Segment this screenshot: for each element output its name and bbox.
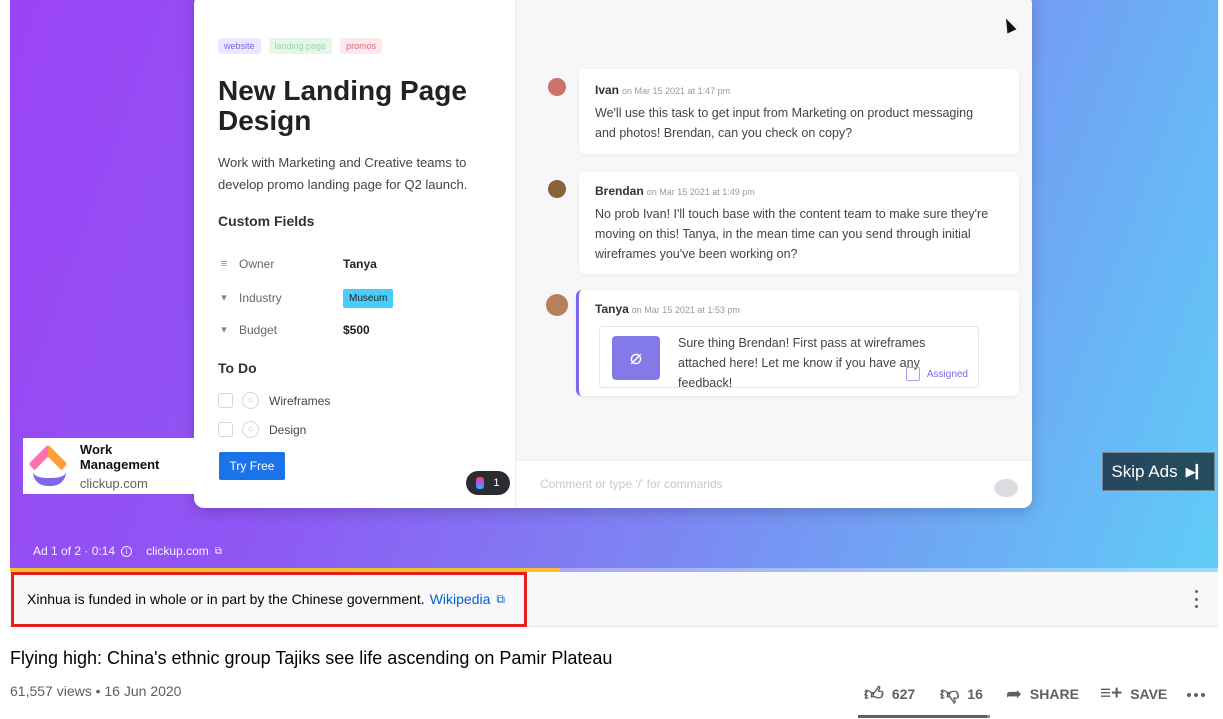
share-button[interactable]: ➦ SHARE <box>1006 682 1079 706</box>
like-ratio-fill <box>858 715 987 718</box>
youtube-watch-page: website landing page promos New Landing … <box>0 0 1223 719</box>
figma-badge: 1 <box>466 471 510 495</box>
like-count: 627 <box>891 686 916 702</box>
ad-text: Work Management clickup.com <box>80 442 195 491</box>
save-label: SAVE <box>1130 686 1168 702</box>
comment-input: Comment or type '/' for commands <box>516 460 1032 508</box>
save-button[interactable]: ≡+ SAVE <box>1100 682 1167 706</box>
skip-ads-label: Skip Ads <box>1111 461 1178 481</box>
todo-label: Wireframes <box>269 393 331 408</box>
assignee-icon: ○ <box>242 392 259 409</box>
field-industry: ▾ Industry Museum <box>218 288 498 308</box>
avatar <box>548 78 566 96</box>
logo-arc <box>33 472 66 486</box>
info-panel-content: Xinhua is funded in whole or in part by … <box>27 591 505 607</box>
todo-checkbox <box>218 393 233 408</box>
assigned-label: Assigned <box>926 368 968 380</box>
chat-bubble-icon <box>994 479 1018 497</box>
like-dislike-bar <box>858 715 990 718</box>
funding-notice: Xinhua is funded in whole or in part by … <box>27 591 425 607</box>
field-name: Budget <box>239 323 278 337</box>
info-icon[interactable]: i <box>121 545 133 557</box>
skip-next-icon: ▶▎ <box>1185 463 1206 479</box>
tag-website: website <box>218 38 261 54</box>
figma-icon <box>476 477 485 489</box>
wikipedia-link[interactable]: Wikipedia <box>430 591 491 607</box>
share-label: SHARE <box>1029 686 1079 702</box>
skip-ads-button[interactable]: Skip Ads ▶▎ <box>1102 452 1215 491</box>
share-icon: ➦ <box>1006 683 1022 705</box>
field-budget: ▾ Budget $500 <box>218 320 498 340</box>
comments-pane: Ivan on Mar 15 2021 at 1:47 pm We'll use … <box>516 0 1032 508</box>
comment-author: Brendan <box>595 184 644 198</box>
comment-card: Brendan on Mar 15 2021 at 1:49 pm No prob… <box>579 172 1019 274</box>
custom-fields-heading: Custom Fields <box>218 213 315 229</box>
assigned-toggle: Assigned <box>905 367 968 381</box>
dislike-count: 16 <box>967 686 983 702</box>
attachment-box: ⌀ Sure thing Brendan! First pass at wire… <box>599 326 979 390</box>
comment-author: Ivan <box>595 83 620 97</box>
task-pane: website landing page promos New Landing … <box>194 0 516 508</box>
comment-author: Tanya <box>595 302 629 316</box>
clickup-logo-icon <box>28 444 68 488</box>
dislike-button[interactable]: 👎︎ 16 <box>940 682 983 706</box>
comment-date: on Mar 15 2021 at 1:49 pm <box>646 187 755 197</box>
comment-placeholder: Comment or type '/' for commands <box>540 477 723 491</box>
dropdown-icon: ▾ <box>221 324 227 336</box>
comment-date: on Mar 15 2021 at 1:47 pm <box>622 86 731 96</box>
comment-date: on Mar 15 2021 at 1:53 pm <box>631 305 740 315</box>
comment-text: No prob Ivan! I'll touch base with the c… <box>595 207 989 261</box>
comment-text: Sure thing Brendan! First pass at wirefr… <box>678 336 926 390</box>
comment-header: Tanya on Mar 15 2021 at 1:53 pm <box>595 300 740 318</box>
task-title: New Landing Page Design <box>218 75 467 136</box>
task-description: Work with Marketing and Creative teams t… <box>218 155 468 192</box>
task-tags: website landing page promos <box>218 38 383 54</box>
advertiser-domain: clickup.com <box>79 475 148 491</box>
field-owner: ≡ Owner Tanya <box>218 254 498 274</box>
dropdown-icon: ▾ <box>221 292 227 304</box>
todo-label: Design <box>269 422 307 437</box>
list-icon: ≡ <box>220 258 228 270</box>
comment-body: Ivan on Mar 15 2021 at 1:47 pm We'll use … <box>595 81 995 143</box>
field-value: Tanya <box>343 257 377 271</box>
field-value: $500 <box>343 323 370 337</box>
video-meta: 61,557 views • 16 Jun 2020 <box>10 683 182 699</box>
paperclip-icon: ⌀ <box>612 336 660 380</box>
tag-landing-page: landing page <box>268 38 333 54</box>
comment-text: We'll use this task to get input from Ma… <box>595 106 974 140</box>
assignee-icon: ○ <box>242 421 259 438</box>
like-button[interactable]: 👍︎ 627 <box>864 682 915 706</box>
try-free-button[interactable]: Try Free <box>219 452 285 480</box>
external-link-icon: ⧉ <box>214 545 222 557</box>
ad-info-bar: Ad 1 of 2 · 0:14 i clickup.com ⧉ <box>33 544 222 558</box>
thumb-up-icon: 👍︎ <box>864 683 884 705</box>
video-title: Flying high: China's ethnic group Tajiks… <box>10 648 613 668</box>
avatar <box>546 294 568 316</box>
ad-domain-link[interactable]: clickup.com <box>146 544 209 558</box>
todo-item: ○ Wireframes <box>218 392 330 409</box>
playlist-add-icon: ≡+ <box>1100 683 1123 704</box>
ad-position: Ad 1 of 2 · 0:14 <box>33 544 116 558</box>
ad-companion-card[interactable]: Work Management clickup.com <box>23 438 195 494</box>
todo-checkbox <box>218 422 233 437</box>
field-name: Industry <box>239 291 282 305</box>
assigned-checkbox <box>905 367 920 381</box>
field-name: Owner <box>239 257 275 271</box>
figma-count: 1 <box>493 477 500 489</box>
avatar <box>548 180 566 198</box>
tag-promos: promos <box>340 38 383 54</box>
more-icon[interactable] <box>1187 693 1205 697</box>
comment-card: Ivan on Mar 15 2021 at 1:47 pm We'll use … <box>579 69 1019 154</box>
ad-app-screenshot: website landing page promos New Landing … <box>194 0 1032 508</box>
external-link-icon[interactable]: ⧉ <box>496 592 505 607</box>
comment-card: Tanya on Mar 15 2021 at 1:53 pm ⌀ Sure th… <box>576 290 1019 396</box>
comment-body: Brendan on Mar 15 2021 at 1:49 pm No prob… <box>595 182 1007 264</box>
advertiser-title: Work Management <box>79 441 160 472</box>
todo-item: ○ Design <box>218 421 306 438</box>
thumb-down-icon: 👎︎ <box>940 683 960 705</box>
todo-heading: To Do <box>218 360 257 376</box>
industry-chip: Museum <box>343 288 394 308</box>
info-panel-menu-icon[interactable] <box>1192 590 1200 608</box>
